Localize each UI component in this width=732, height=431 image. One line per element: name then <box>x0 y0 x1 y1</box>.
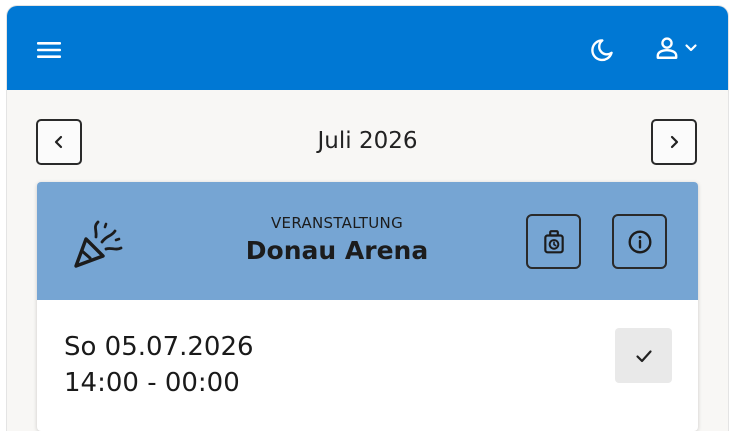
info-button[interactable] <box>612 214 667 269</box>
chevron-down-icon <box>685 44 697 52</box>
app-window: Juli 2026 VERANSTALTUNG Donau Arena So 0… <box>7 6 728 431</box>
ticket-button[interactable] <box>526 214 581 269</box>
event-date: So 05.07.2026 <box>64 332 254 362</box>
moon-icon <box>591 39 613 62</box>
user-icon <box>656 37 678 59</box>
chevron-right-icon <box>670 135 679 149</box>
theme-toggle-button[interactable] <box>585 33 619 67</box>
ticket-clock-icon <box>543 229 564 253</box>
confirm-button[interactable] <box>615 328 672 383</box>
month-title: Juli 2026 <box>317 128 418 154</box>
event-card-body: So 05.07.2026 14:00 - 00:00 <box>37 300 698 431</box>
menu-button[interactable] <box>33 34 65 66</box>
top-bar <box>7 6 728 90</box>
event-card-header: VERANSTALTUNG Donau Arena <box>37 182 698 300</box>
check-icon <box>635 349 652 362</box>
next-month-button[interactable] <box>651 119 697 165</box>
month-navigation: Juli 2026 <box>7 90 728 180</box>
info-icon <box>628 230 651 253</box>
event-card: VERANSTALTUNG Donau Arena So 05.07.2026 … <box>37 182 698 431</box>
user-menu-button[interactable] <box>649 31 703 65</box>
hamburger-menu-icon <box>37 42 61 58</box>
event-time: 14:00 - 00:00 <box>64 368 240 398</box>
